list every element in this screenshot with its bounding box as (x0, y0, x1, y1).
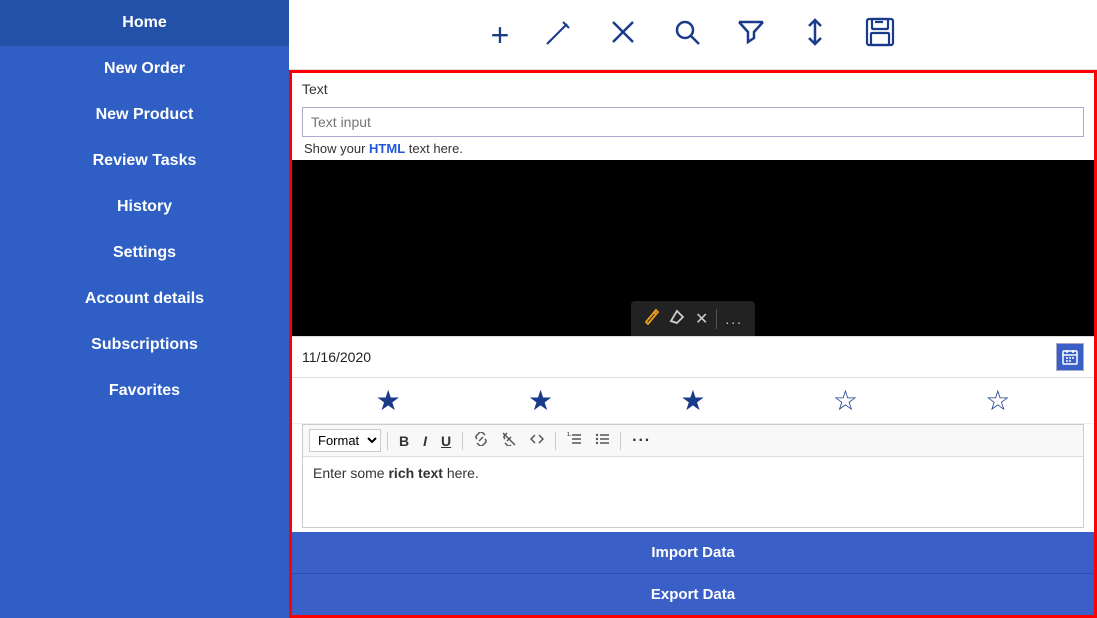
source-button[interactable] (525, 430, 549, 451)
ordered-list-button[interactable]: 1. (562, 430, 586, 451)
search-icon[interactable] (673, 18, 701, 51)
filter-icon[interactable] (737, 18, 765, 51)
import-data-button[interactable]: Import Data (292, 532, 1094, 573)
star-2[interactable]: ★ (528, 384, 553, 417)
rich-text-editor: Format B I U (302, 424, 1084, 528)
star-4[interactable]: ☆ (833, 384, 858, 417)
sidebar-item-new-order[interactable]: New Order (0, 46, 289, 92)
stars-row: ★ ★ ★ ☆ ☆ (292, 378, 1094, 424)
sidebar-item-settings[interactable]: Settings (0, 230, 289, 276)
edit-icon[interactable] (545, 18, 573, 51)
pen-icon[interactable] (643, 307, 661, 330)
text-section: Text Show your HTML text here. (292, 73, 1094, 160)
text-input[interactable] (302, 107, 1084, 137)
date-row: 11/16/2020 (292, 336, 1094, 378)
rich-text-content[interactable]: Enter some rich text here. (303, 457, 1083, 527)
main-toolbar: + (289, 0, 1097, 70)
html-preview: Show your HTML text here. (302, 141, 1084, 156)
floating-toolbar: ✕ ... (631, 301, 755, 336)
sidebar-item-account-details[interactable]: Account details (0, 276, 289, 322)
sidebar-item-subscriptions[interactable]: Subscriptions (0, 322, 289, 368)
export-data-button[interactable]: Export Data (292, 573, 1094, 615)
sidebar-item-review-tasks[interactable]: Review Tasks (0, 138, 289, 184)
rich-content-bold: rich text (388, 465, 442, 481)
star-5[interactable]: ☆ (985, 384, 1010, 417)
sidebar: Home New Order New Product Review Tasks … (0, 0, 289, 618)
sidebar-item-history[interactable]: History (0, 184, 289, 230)
eraser-icon[interactable] (669, 307, 687, 330)
content-area: Text Show your HTML text here. (289, 70, 1097, 618)
italic-button[interactable]: I (418, 431, 432, 451)
float-close-icon[interactable]: ✕ (695, 309, 708, 329)
toolbar-separator-3 (555, 432, 556, 450)
star-3[interactable]: ★ (680, 384, 705, 417)
sort-icon[interactable] (801, 18, 829, 51)
link-button[interactable] (469, 430, 493, 451)
html-preview-prefix: Show your (304, 141, 369, 156)
unlink-button[interactable] (497, 430, 521, 451)
black-canvas-area: ✕ ... (292, 160, 1094, 336)
date-value: 11/16/2020 (302, 349, 1056, 365)
bold-button[interactable]: B (394, 431, 414, 451)
sidebar-item-favorites[interactable]: Favorites (0, 368, 289, 414)
rich-content-prefix: Enter some (313, 465, 388, 481)
more-options-label[interactable]: ... (725, 311, 743, 327)
svg-text:1.: 1. (567, 432, 572, 438)
calendar-button[interactable] (1056, 343, 1084, 371)
html-preview-link: HTML (369, 141, 405, 156)
toolbar-separator-2 (462, 432, 463, 450)
close-icon[interactable] (609, 18, 637, 51)
rich-text-toolbar: Format B I U (303, 425, 1083, 457)
sidebar-item-home[interactable]: Home (0, 0, 289, 46)
text-label: Text (302, 81, 1084, 97)
more-rich-options-button[interactable]: ··· (627, 430, 656, 452)
main-area: + (289, 0, 1097, 618)
format-select[interactable]: Format (309, 429, 381, 452)
toolbar-separator-1 (387, 432, 388, 450)
sidebar-item-new-product[interactable]: New Product (0, 92, 289, 138)
star-1[interactable]: ★ (376, 384, 401, 417)
add-icon[interactable]: + (491, 19, 510, 51)
html-preview-suffix: text here. (405, 141, 463, 156)
unordered-list-button[interactable] (590, 430, 614, 451)
save-icon[interactable] (865, 17, 895, 52)
toolbar-separator-4 (620, 432, 621, 450)
float-divider (716, 309, 717, 329)
rich-content-suffix: here. (443, 465, 479, 481)
underline-button[interactable]: U (436, 431, 456, 451)
